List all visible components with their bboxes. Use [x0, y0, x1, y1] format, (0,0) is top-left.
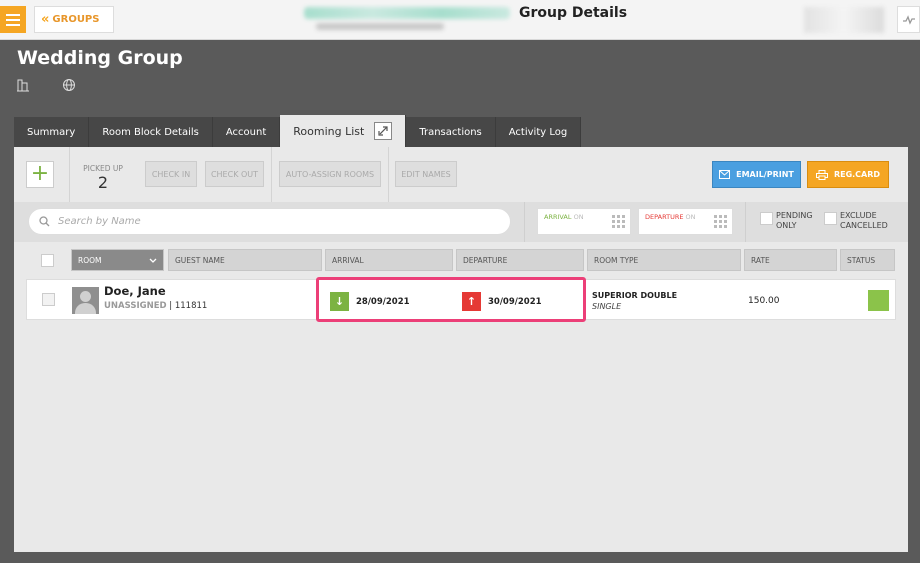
- column-header-room-type[interactable]: ROOM TYPE: [587, 249, 741, 271]
- column-label: RATE: [751, 255, 770, 265]
- tab-label: Room Block Details: [102, 126, 199, 138]
- auto-assign-rooms-button[interactable]: AUTO-ASSIGN ROOMS: [279, 161, 381, 187]
- hotel-subtitle-blurred: [316, 23, 444, 30]
- column-label: ROOM: [78, 255, 102, 265]
- tab-rooming-list[interactable]: Rooming List: [280, 115, 407, 147]
- divider: [524, 202, 525, 242]
- tab-label: Account: [225, 126, 267, 138]
- edit-names-button[interactable]: EDIT NAMES: [395, 161, 457, 187]
- reg-card-button[interactable]: REG.CARD: [807, 161, 889, 188]
- column-header-guest-name[interactable]: GUEST NAME: [168, 249, 322, 271]
- menu-line: [6, 23, 20, 26]
- back-to-groups-button[interactable]: « GROUPS: [34, 6, 114, 33]
- departure-on-filter[interactable]: DEPARTURE ON: [638, 208, 733, 235]
- occupancy-type: SINGLE: [592, 302, 622, 311]
- group-name: Wedding Group: [17, 47, 183, 69]
- column-header-arrival[interactable]: ARRIVAL: [325, 249, 453, 271]
- tab-bar: Summary Room Block Details Account Roomi…: [14, 115, 582, 147]
- top-bar: « GROUPS Group Details: [0, 0, 920, 40]
- hotel-name-blurred: [304, 7, 510, 19]
- tab-label: Rooming List: [293, 124, 365, 138]
- activity-icon: [902, 14, 915, 25]
- picked-up-value: 2: [97, 173, 109, 192]
- rate-value: 150.00: [748, 296, 780, 306]
- guest-name[interactable]: Doe, Jane: [104, 284, 166, 298]
- calendar-grid-icon[interactable]: [612, 215, 625, 228]
- confirmation-number: | 111811: [169, 301, 208, 311]
- arrival-date: 28/09/2021: [356, 297, 410, 307]
- building-icon: [17, 79, 29, 92]
- menu-line: [6, 13, 20, 16]
- reg-card-label: REG.CARD: [833, 170, 881, 179]
- check-in-button[interactable]: CHECK IN: [145, 161, 197, 187]
- check-out-button[interactable]: CHECK OUT: [205, 161, 264, 187]
- expand-icon[interactable]: [374, 122, 393, 140]
- user-info-blurred[interactable]: [804, 7, 884, 33]
- exclude-cancelled-label: EXCLUDE CANCELLED: [840, 211, 888, 230]
- tab-label: Summary: [27, 126, 76, 138]
- divider: [745, 202, 746, 242]
- globe-icon: [63, 79, 75, 91]
- tab-room-block-details[interactable]: Room Block Details: [89, 117, 213, 147]
- hamburger-menu-button[interactable]: [0, 6, 26, 33]
- room-type: SUPERIOR DOUBLE: [592, 291, 678, 300]
- double-chevron-left-icon: «: [41, 12, 50, 27]
- departure-date: 30/09/2021: [488, 297, 542, 307]
- arrival-arrow-down-icon: ↓: [330, 292, 349, 311]
- room-status: UNASSIGNED: [104, 301, 167, 311]
- column-header-rate[interactable]: RATE: [744, 249, 837, 271]
- divider: [388, 147, 389, 202]
- tab-label: Transactions: [419, 126, 482, 138]
- printer-icon: [815, 169, 828, 180]
- email-print-button[interactable]: EMAIL/PRINT: [712, 161, 801, 188]
- column-header-room[interactable]: ROOM: [71, 249, 164, 271]
- select-all-checkbox[interactable]: [41, 254, 54, 267]
- column-header-status[interactable]: STATUS: [840, 249, 895, 271]
- divider: [69, 147, 70, 202]
- pending-only-checkbox[interactable]: [760, 212, 773, 225]
- row-select-checkbox[interactable]: [42, 293, 55, 306]
- column-label: GUEST NAME: [175, 255, 225, 265]
- search-input[interactable]: [58, 216, 488, 227]
- column-label: ROOM TYPE: [594, 255, 639, 265]
- chevron-down-icon: [149, 258, 157, 263]
- page-title: Group Details: [519, 5, 628, 21]
- rooming-toolbar: + PICKED UP 2 CHECK IN CHECK OUT AUTO-AS…: [14, 147, 908, 202]
- tab-account[interactable]: Account: [212, 117, 281, 147]
- groups-label: GROUPS: [52, 14, 100, 25]
- status-indicator: [868, 290, 889, 311]
- activity-button[interactable]: [897, 6, 920, 33]
- divider: [271, 147, 272, 202]
- table-row[interactable]: Doe, Jane UNASSIGNED | 111811 ↓ 28/09/20…: [26, 279, 896, 320]
- departure-on-label: DEPARTURE ON: [645, 213, 696, 221]
- exclude-cancelled-checkbox[interactable]: [824, 212, 837, 225]
- tab-label: Activity Log: [508, 126, 568, 138]
- column-label: ARRIVAL: [332, 255, 364, 265]
- add-reservation-button[interactable]: +: [26, 161, 54, 188]
- search-icon: [39, 216, 50, 227]
- departure-arrow-up-icon: ↑: [462, 292, 481, 311]
- filter-row: ARRIVAL ON DEPARTURE ON PENDINGONLY EXCL…: [14, 202, 908, 242]
- rooming-list-panel: + PICKED UP 2 CHECK IN CHECK OUT AUTO-AS…: [14, 147, 908, 552]
- guest-avatar: [72, 287, 99, 314]
- envelope-icon: [719, 170, 731, 179]
- guest-room-info: UNASSIGNED | 111811: [104, 301, 207, 311]
- calendar-grid-icon[interactable]: [714, 215, 727, 228]
- tab-transactions[interactable]: Transactions: [406, 117, 496, 147]
- menu-line: [6, 18, 20, 21]
- search-box[interactable]: [28, 208, 511, 235]
- tab-activity-log[interactable]: Activity Log: [495, 117, 582, 147]
- arrival-on-filter[interactable]: ARRIVAL ON: [537, 208, 631, 235]
- arrival-on-label: ARRIVAL ON: [544, 213, 584, 221]
- column-header-departure[interactable]: DEPARTURE: [456, 249, 584, 271]
- pending-only-label: PENDING ONLY: [776, 211, 813, 230]
- picked-up-label: PICKED UP: [83, 164, 123, 173]
- email-print-label: EMAIL/PRINT: [736, 170, 794, 179]
- column-label: STATUS: [847, 255, 876, 265]
- tab-summary[interactable]: Summary: [14, 117, 90, 147]
- column-label: DEPARTURE: [463, 255, 508, 265]
